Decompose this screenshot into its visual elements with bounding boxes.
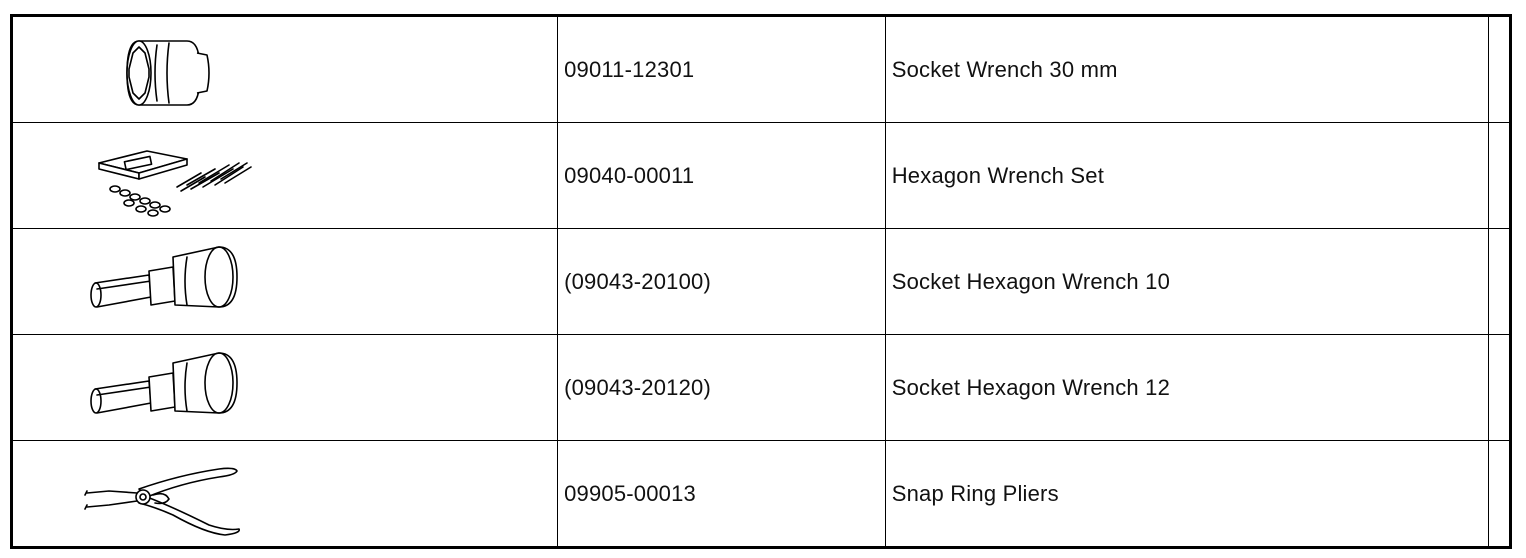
tool-name: Snap Ring Pliers (884, 440, 1489, 548)
tool-name: Hexagon Wrench Set (884, 122, 1489, 229)
tool-illustration-cell (11, 15, 559, 123)
part-number: 09040-00011 (557, 122, 886, 229)
table-row: (09043-20100) Socket Hexagon Wrench 10 (11, 228, 1511, 335)
socket-hexagon-wrench-icon (90, 352, 238, 414)
table-row: 09040-00011 Hexagon Wrench Set (11, 122, 1511, 229)
tool-illustration-cell (11, 334, 559, 441)
part-number: 09011-12301 (557, 15, 886, 123)
tool-illustration-cell (11, 228, 559, 335)
tool-name: Socket Hexagon Wrench 10 (884, 228, 1489, 335)
blank-cell (1487, 334, 1511, 441)
socket-wrench-icon (126, 40, 210, 106)
part-number: (09043-20100) (557, 228, 886, 335)
part-number: 09905-00013 (557, 440, 886, 548)
socket-hexagon-wrench-icon (90, 246, 238, 308)
snap-ring-pliers-icon (84, 467, 240, 536)
table-row: (09043-20120) Socket Hexagon Wrench 12 (11, 334, 1511, 441)
tool-illustration-cell (11, 122, 559, 229)
part-number: (09043-20120) (557, 334, 886, 441)
blank-cell (1487, 440, 1511, 548)
tool-name: Socket Hexagon Wrench 12 (884, 334, 1489, 441)
table-row: 09011-12301 Socket Wrench 30 mm (11, 15, 1511, 123)
blank-cell (1487, 228, 1511, 335)
hexagon-wrench-set-icon (98, 150, 252, 217)
blank-cell (1487, 15, 1511, 123)
special-tools-table: 09011-12301 Socket Wrench 30 mm 09040-00… (10, 14, 1512, 549)
table-row: 09905-00013 Snap Ring Pliers (11, 440, 1511, 548)
blank-cell (1487, 122, 1511, 229)
tool-name: Socket Wrench 30 mm (884, 15, 1489, 123)
tool-illustration-cell (11, 440, 559, 548)
